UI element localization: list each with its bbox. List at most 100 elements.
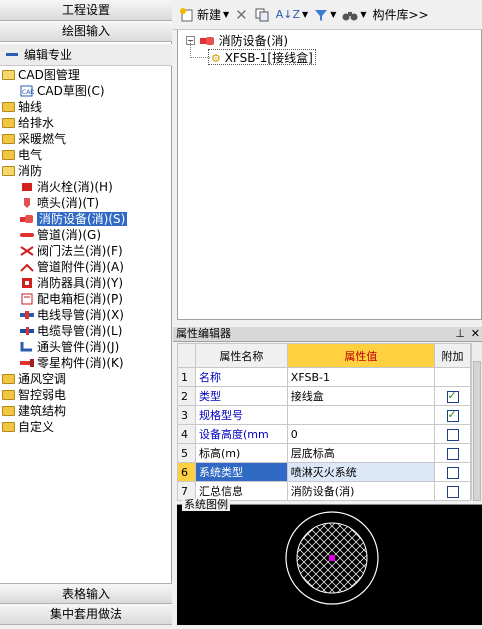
tree-item[interactable]: 消防设备(消)(S): [0, 211, 172, 227]
fire-apparatus-icon: [20, 277, 34, 289]
tree-item[interactable]: CAD CAD草图(C): [0, 83, 172, 99]
add-checkbox[interactable]: [446, 447, 459, 460]
sprinkler-icon: [20, 197, 34, 209]
property-value[interactable]: 接线盒: [286, 386, 436, 406]
add-cell: [434, 443, 471, 463]
tree-item-label: 电缆导管(消)(L): [37, 324, 123, 338]
legend-title: 系统图例: [182, 498, 230, 511]
filter-button[interactable]: ▼: [314, 8, 336, 22]
property-value[interactable]: 0: [286, 424, 436, 444]
table-row[interactable]: 4 设备高度(mm 0: [177, 424, 471, 444]
tree-item-label: 轴线: [18, 100, 43, 114]
tree-item-label: 阀门法兰(消)(F): [37, 244, 123, 258]
component-library-button[interactable]: 构件库>>: [373, 6, 429, 23]
row-number: 6: [177, 462, 196, 482]
tree-item[interactable]: 建筑结构: [0, 403, 172, 419]
table-row[interactable]: 3 规格型号: [177, 405, 471, 425]
edit-specialty-bar[interactable]: 编辑专业: [0, 44, 172, 66]
pin-icon[interactable]: ⊥: [455, 327, 465, 341]
tree-item-label: 建筑结构: [18, 404, 67, 418]
row-number: 4: [177, 424, 196, 444]
add-checkbox[interactable]: [446, 485, 459, 498]
minus-icon: [6, 52, 18, 56]
folder-open-icon: [2, 165, 15, 176]
tree-connector: [190, 41, 210, 58]
nav-batch-apply[interactable]: 集中套用做法: [0, 604, 172, 625]
tree-item[interactable]: 消防器具(消)(Y): [0, 275, 172, 291]
tree-item-label: 电线导管(消)(X): [37, 308, 124, 322]
property-name: 系统类型: [194, 462, 288, 482]
property-value[interactable]: 层底标高: [286, 443, 436, 463]
tree-item[interactable]: 零星构件(消)(K): [0, 355, 172, 371]
table-row[interactable]: 5 标高(m) 层底标高: [177, 443, 471, 463]
header-blank: [177, 343, 196, 368]
nav-drawing-input[interactable]: 绘图输入: [0, 21, 172, 42]
tree-item[interactable]: 管道(消)(G): [0, 227, 172, 243]
tree-item[interactable]: 通风空调: [0, 371, 172, 387]
nav-project-settings[interactable]: 工程设置: [0, 0, 172, 21]
folder-icon: [2, 117, 15, 128]
tree-item[interactable]: 采暖燃气: [0, 131, 172, 147]
new-icon: [180, 7, 193, 21]
left-panel: 工程设置 绘图输入 编辑专业 CAD图管理 CAD CAD草图(C) 轴线 给排水 采暖燃…: [0, 0, 172, 625]
add-checkbox[interactable]: [446, 408, 459, 422]
tree-item[interactable]: 通头管件(消)(J): [0, 339, 172, 355]
property-value[interactable]: 消防设备(消): [286, 481, 436, 501]
tree-item-label: CAD图管理: [18, 68, 80, 82]
tree-item[interactable]: CAD图管理: [0, 67, 172, 83]
folder-icon: [2, 373, 15, 384]
table-row[interactable]: 6 系统类型 喷淋灭火系统: [177, 462, 471, 482]
dropdown-arrow-icon: ▼: [223, 10, 230, 19]
panel-icon: [20, 293, 34, 305]
close-icon[interactable]: ✕: [471, 327, 480, 341]
tree-item[interactable]: 电缆导管(消)(L): [0, 323, 172, 339]
find-button[interactable]: ▼: [342, 8, 367, 22]
header-add: 附加: [434, 343, 471, 368]
property-table: 属性名称 属性值 附加 1名称XFSB-12类型接线盒3规格型号4设备高度(mm…: [177, 343, 471, 501]
tree-item[interactable]: 电气: [0, 147, 172, 163]
nav-table-input[interactable]: 表格输入: [0, 583, 172, 604]
scrollbar-thumb[interactable]: [473, 361, 481, 501]
list-item-label: XFSB-1[接线盒]: [224, 51, 313, 65]
table-row[interactable]: 2 类型 接线盒: [177, 386, 471, 406]
row-number: 1: [177, 367, 196, 387]
tree-item[interactable]: 消防: [0, 163, 172, 179]
misc-icon: [20, 357, 34, 369]
row-number: 5: [177, 443, 196, 463]
property-value[interactable]: XFSB-1: [286, 367, 436, 387]
add-cell: [434, 462, 471, 482]
tree-item[interactable]: 自定义: [0, 419, 172, 435]
copy-icon[interactable]: [254, 7, 270, 23]
add-checkbox[interactable]: [446, 466, 459, 479]
tree-item[interactable]: 配电箱柜(消)(P): [0, 291, 172, 307]
list-item[interactable]: ⚙ XFSB-1[接线盒]: [208, 49, 316, 65]
property-value[interactable]: [286, 405, 436, 425]
tree-item[interactable]: 消火栓(消)(H): [0, 179, 172, 195]
tree-item[interactable]: 喷头(消)(T): [0, 195, 172, 211]
dropdown-arrow-icon: ▼: [302, 10, 309, 19]
folder-open-icon: [2, 69, 15, 80]
property-scrollbar[interactable]: [471, 343, 482, 501]
tree-item[interactable]: 阀门法兰(消)(F): [0, 243, 172, 259]
tree-item[interactable]: 给排水: [0, 115, 172, 131]
row-number: 3: [177, 405, 196, 425]
table-row[interactable]: 1 名称 XFSB-1: [177, 367, 471, 387]
new-button[interactable]: 新建 ▼: [179, 6, 229, 23]
list-parent-label: 消防设备(消): [218, 34, 289, 48]
property-value[interactable]: 喷淋灭火系统: [286, 462, 436, 482]
sort-button[interactable]: A↓Z ▼: [276, 8, 308, 21]
add-checkbox[interactable]: [446, 389, 459, 403]
fitting-icon: [20, 341, 34, 353]
component-tree: CAD图管理 CAD CAD草图(C) 轴线 给排水 采暖燃气 电气 消防 消火栓(消)(H) 喷…: [0, 67, 172, 435]
folder-icon: [2, 389, 15, 400]
folder-icon: [2, 101, 15, 112]
tree-item[interactable]: 轴线: [0, 99, 172, 115]
delete-icon[interactable]: ✕: [235, 6, 248, 24]
tree-item[interactable]: 电线导管(消)(X): [0, 307, 172, 323]
property-name: 类型: [194, 386, 288, 406]
tree-item[interactable]: 管道附件(消)(A): [0, 259, 172, 275]
valve-icon: [20, 245, 34, 257]
tree-item[interactable]: 智控弱电: [0, 387, 172, 403]
tree-item-label: 消火栓(消)(H): [37, 180, 113, 194]
add-checkbox[interactable]: [446, 428, 459, 441]
